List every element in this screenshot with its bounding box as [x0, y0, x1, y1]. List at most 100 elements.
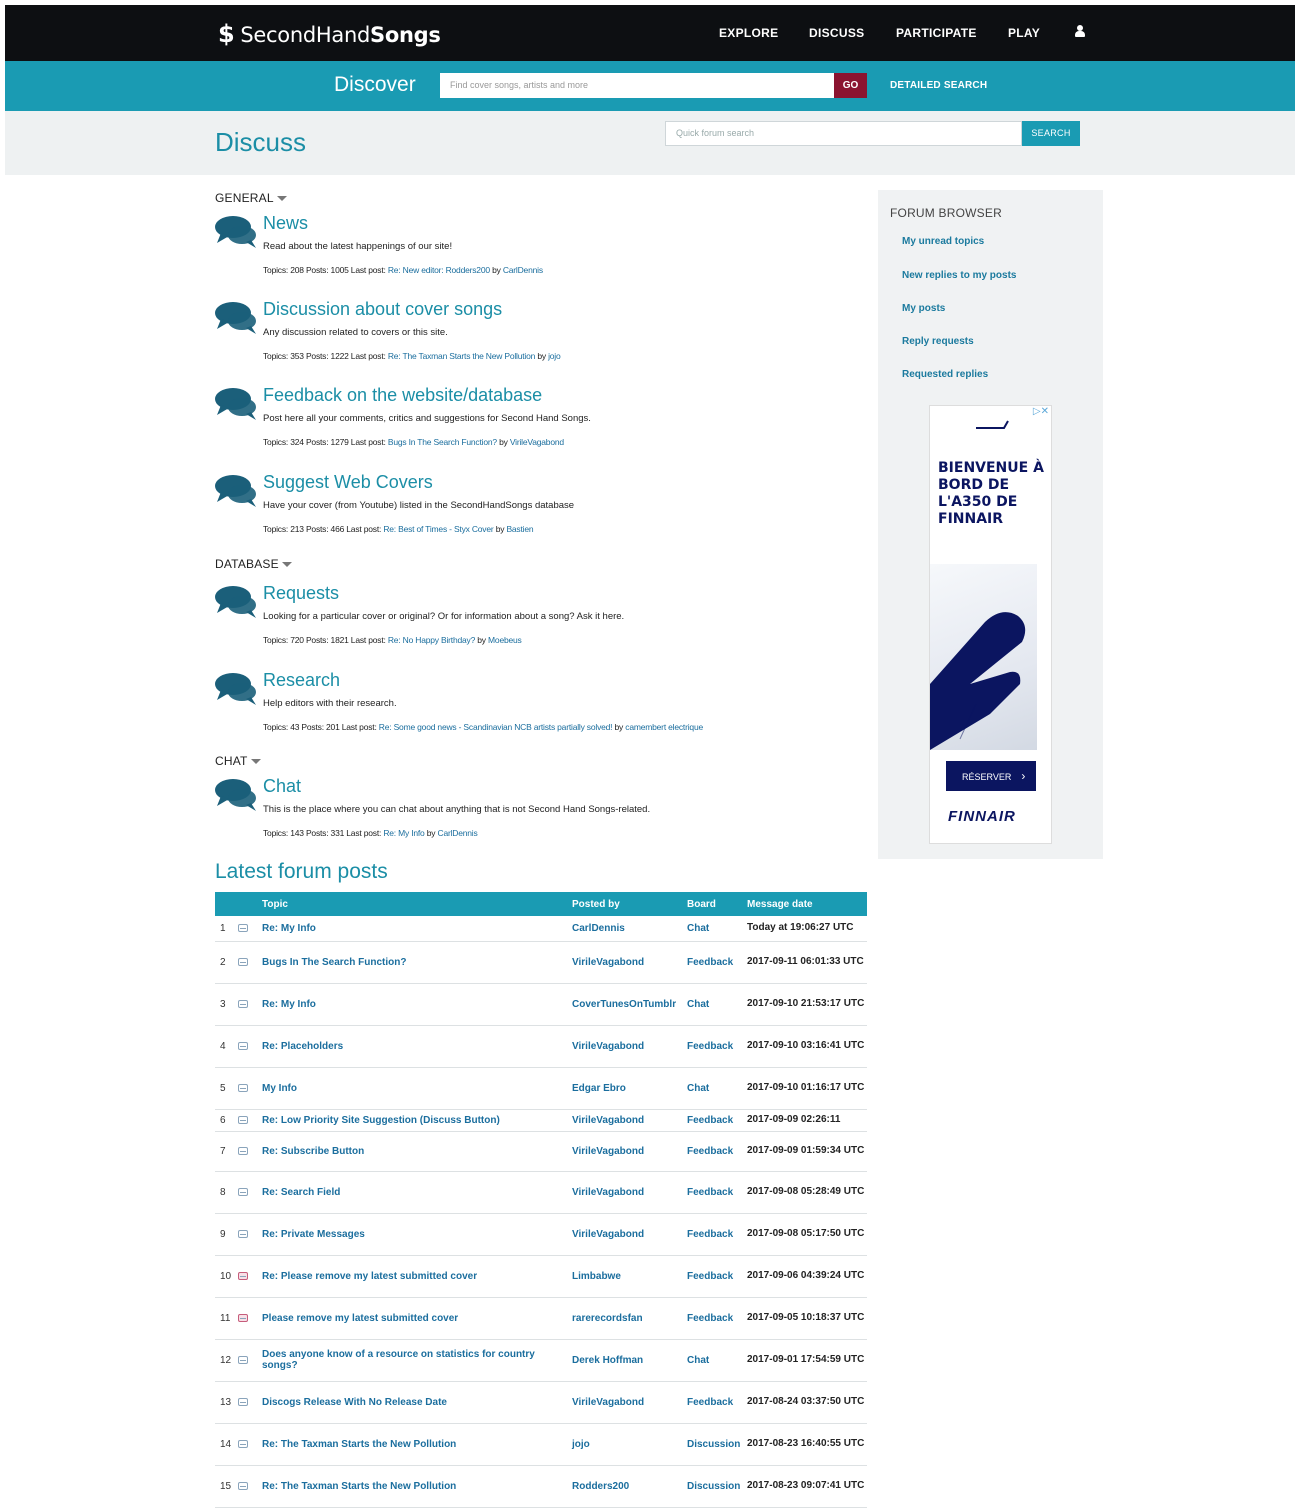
board-link[interactable]: Feedback	[687, 1131, 747, 1172]
table-row[interactable]: 10 Re: Please remove my latest submitted …	[215, 1255, 867, 1298]
posted-by-link[interactable]: VirileVagabond	[572, 1109, 687, 1132]
last-post-author[interactable]: CarlDennis	[503, 265, 543, 275]
forum-title[interactable]: Discussion about cover songs	[263, 299, 502, 320]
last-post-link[interactable]: Re: My Info	[383, 828, 424, 838]
topic-link[interactable]: Re: Search Field	[262, 1171, 572, 1214]
topic-link[interactable]: Please remove my latest submitted cover	[262, 1297, 572, 1340]
nav-participate[interactable]: PARTICIPATE	[896, 26, 977, 40]
topic-link[interactable]: Does anyone know of a resource on statis…	[262, 1339, 572, 1382]
last-post-author[interactable]: VirileVagabond	[510, 437, 564, 447]
board-link[interactable]: Feedback	[687, 1109, 747, 1132]
forum-title[interactable]: Feedback on the website/database	[263, 385, 542, 406]
board-link[interactable]: Feedback	[687, 1255, 747, 1298]
table-row[interactable]: 15 Re: The Taxman Starts the New Pollutio…	[215, 1465, 867, 1508]
detailed-search-link[interactable]: DETAILED SEARCH	[890, 80, 987, 91]
posted-by-link[interactable]: VirileVagabond	[572, 1381, 687, 1424]
last-post-link[interactable]: Bugs In The Search Function?	[388, 437, 497, 447]
board-link[interactable]: Feedback	[687, 941, 747, 984]
board-link[interactable]: Chat	[687, 1067, 747, 1110]
last-post-link[interactable]: Re: The Taxman Starts the New Pollution	[388, 351, 536, 361]
topic-link[interactable]: Re: Placeholders	[262, 1025, 572, 1068]
table-row[interactable]: 13 Discogs Release With No Release Date Vi…	[215, 1381, 867, 1424]
posted-by-link[interactable]: CoverTunesOnTumblr	[572, 983, 687, 1026]
ad-close-icon[interactable]: ▷✕	[1033, 406, 1049, 417]
topic-link[interactable]: Re: Subscribe Button	[262, 1131, 572, 1172]
col-message-date[interactable]: Message date	[747, 892, 867, 916]
forum-title[interactable]: News	[263, 213, 308, 234]
table-row[interactable]: 14 Re: The Taxman Starts the New Pollutio…	[215, 1423, 867, 1466]
board-link[interactable]: Feedback	[687, 1213, 747, 1256]
posted-by-link[interactable]: CarlDennis	[572, 916, 687, 942]
posted-by-link[interactable]: VirileVagabond	[572, 1131, 687, 1172]
table-row[interactable]: 12 Does anyone know of a resource on stat…	[215, 1339, 867, 1382]
col-topic[interactable]: Topic	[262, 892, 572, 916]
forum-title[interactable]: Suggest Web Covers	[263, 472, 433, 493]
posted-by-link[interactable]: VirileVagabond	[572, 1171, 687, 1214]
table-row[interactable]: 1 Re: My Info CarlDennis Chat Today at 19:06…	[215, 916, 867, 942]
discover-search-input[interactable]: Find cover songs, artists and more	[440, 73, 834, 98]
go-button[interactable]: GO	[834, 73, 867, 98]
topic-link[interactable]: My Info	[262, 1067, 572, 1110]
board-link[interactable]: Chat	[687, 916, 747, 942]
posted-by-link[interactable]: Derek Hoffman	[572, 1339, 687, 1382]
topic-link[interactable]: Re: Low Priority Site Suggestion (Discus…	[262, 1109, 572, 1132]
board-link[interactable]: Feedback	[687, 1297, 747, 1340]
posted-by-link[interactable]: VirileVagabond	[572, 1025, 687, 1068]
section-chat[interactable]: CHAT	[215, 754, 261, 768]
last-post-link[interactable]: Re: Some good news - Scandinavian NCB ar…	[379, 722, 613, 732]
nav-explore[interactable]: EXPLORE	[719, 26, 778, 40]
ad-book-button[interactable]: RÉSERVER ›	[946, 761, 1036, 791]
posted-by-link[interactable]: jojo	[572, 1423, 687, 1466]
topic-link[interactable]: Re: The Taxman Starts the New Pollution	[262, 1423, 572, 1466]
forum-title[interactable]: Chat	[263, 776, 301, 797]
last-post-author[interactable]: Bastien	[506, 524, 533, 534]
nav-discuss[interactable]: DISCUSS	[809, 26, 864, 40]
topic-link[interactable]: Bugs In The Search Function?	[262, 941, 572, 984]
table-row[interactable]: 11 Please remove my latest submitted cove…	[215, 1297, 867, 1340]
forum-search-button[interactable]: SEARCH	[1022, 121, 1080, 146]
forum-title[interactable]: Requests	[263, 583, 339, 604]
topic-link[interactable]: Re: My Info	[262, 916, 572, 942]
sidebar-link-requested-replies[interactable]: Requested replies	[902, 369, 988, 380]
last-post-author[interactable]: jojo	[548, 351, 561, 361]
last-post-link[interactable]: Re: Best of Times - Styx Cover	[383, 524, 493, 534]
posted-by-link[interactable]: Rodders200	[572, 1465, 687, 1508]
board-link[interactable]: Chat	[687, 983, 747, 1026]
section-database[interactable]: DATABASE	[215, 557, 292, 571]
topic-link[interactable]: Re: My Info	[262, 983, 572, 1026]
sidebar-link-reply-requests[interactable]: Reply requests	[902, 336, 974, 347]
col-posted-by[interactable]: Posted by	[572, 892, 687, 916]
topic-link[interactable]: Re: The Taxman Starts the New Pollution	[262, 1465, 572, 1508]
table-row[interactable]: 4 Re: Placeholders VirileVagabond Feedback 2…	[215, 1025, 867, 1068]
last-post-author[interactable]: camembert electrique	[625, 722, 703, 732]
posted-by-link[interactable]: VirileVagabond	[572, 1213, 687, 1256]
nav-play[interactable]: PLAY	[1008, 26, 1040, 40]
forum-title[interactable]: Research	[263, 670, 340, 691]
posted-by-link[interactable]: VirileVagabond	[572, 941, 687, 984]
table-row[interactable]: 8 Re: Search Field VirileVagabond Feedback 2…	[215, 1171, 867, 1214]
last-post-link[interactable]: Re: New editor: Rodders200	[388, 265, 490, 275]
board-link[interactable]: Discussion	[687, 1423, 747, 1466]
board-link[interactable]: Feedback	[687, 1171, 747, 1214]
user-icon[interactable]	[1074, 25, 1086, 39]
table-row[interactable]: 9 Re: Private Messages VirileVagabond Feedb…	[215, 1213, 867, 1256]
posted-by-link[interactable]: rarerecordsfan	[572, 1297, 687, 1340]
last-post-author[interactable]: Moebeus	[488, 635, 522, 645]
quick-forum-search-input[interactable]: Quick forum search	[665, 121, 1022, 146]
board-link[interactable]: Discussion	[687, 1465, 747, 1508]
posted-by-link[interactable]: Limbabwe	[572, 1255, 687, 1298]
topic-link[interactable]: Re: Please remove my latest submitted co…	[262, 1255, 572, 1298]
table-row[interactable]: 5 My Info Edgar Ebro Chat 2017-09-10 01:16:1…	[215, 1067, 867, 1110]
table-row[interactable]: 7 Re: Subscribe Button VirileVagabond Feedb…	[215, 1131, 867, 1172]
sidebar-link-new-replies[interactable]: New replies to my posts	[902, 270, 1016, 281]
topic-link[interactable]: Discogs Release With No Release Date	[262, 1381, 572, 1424]
last-post-link[interactable]: Re: No Happy Birthday?	[388, 635, 475, 645]
last-post-author[interactable]: CarlDennis	[438, 828, 478, 838]
sidebar-link-unread[interactable]: My unread topics	[902, 236, 984, 247]
topic-link[interactable]: Re: Private Messages	[262, 1213, 572, 1256]
posted-by-link[interactable]: Edgar Ebro	[572, 1067, 687, 1110]
advertisement[interactable]: ▷✕ BIENVENUE À BORD DE L'A350 DE FINNAIR…	[929, 405, 1052, 844]
table-row[interactable]: 2 Bugs In The Search Function? VirileVagab…	[215, 941, 867, 984]
table-row[interactable]: 3 Re: My Info CoverTunesOnTumblr Chat 2017-0…	[215, 983, 867, 1026]
col-board[interactable]: Board	[687, 892, 747, 916]
